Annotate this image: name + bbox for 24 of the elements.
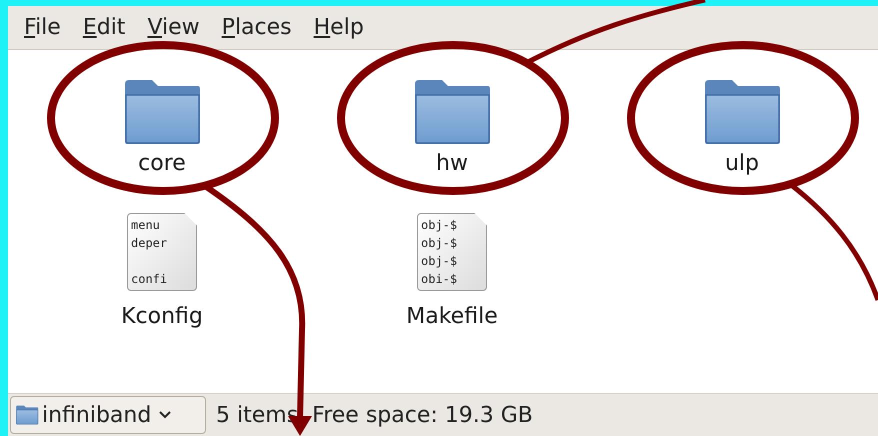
file-name[interactable]: hw [436,150,468,178]
menu-item[interactable]: Edit [82,11,126,44]
folder-icon [15,405,39,425]
menu-item[interactable]: View [147,11,200,44]
chevron-down-icon [158,410,172,420]
file-name[interactable]: core [138,150,186,178]
file-preview-line: menu [131,217,160,234]
file-preview-line: obi-$ [421,271,458,288]
file-preview-line: obj-$ [421,253,458,270]
file-name[interactable]: Kconfig [121,303,203,331]
file-name[interactable]: Makefile [406,303,498,331]
menu-item[interactable]: File [24,11,61,44]
folder-icon [702,78,782,146]
file-preview-line: deper [131,235,168,252]
menu-item[interactable]: Places [222,11,292,44]
location-dropdown[interactable]: infiniband [10,396,206,434]
file-name[interactable]: ulp [724,150,760,178]
file-preview-line: obj-$ [421,235,458,252]
folder-icon [122,78,202,146]
file-preview-line: obj-$ [421,217,458,234]
free-space: Free space: 19.3 GB [312,402,533,430]
menu-item[interactable]: Help [314,11,364,44]
folder-icon [412,78,492,146]
file-preview-line: confi [131,271,168,288]
